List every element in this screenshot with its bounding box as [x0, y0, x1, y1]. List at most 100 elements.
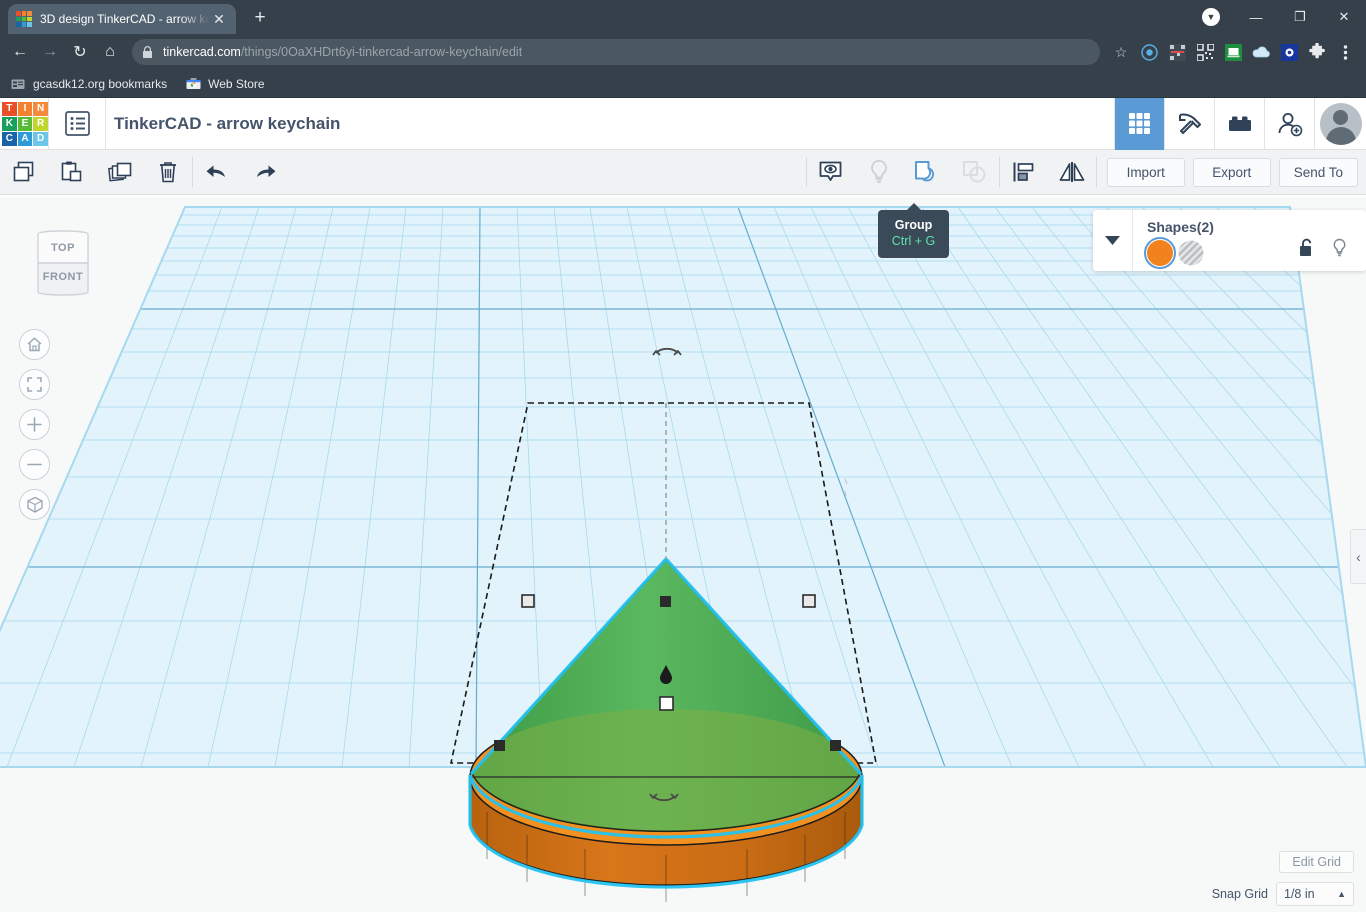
fit-to-view-button[interactable] — [19, 369, 50, 400]
bookmark-item-webstore[interactable]: Web Store — [185, 76, 265, 92]
view-cube[interactable]: TOP FRONT — [24, 224, 102, 302]
address-bar[interactable]: tinkercad.com/things/0OaXHDrt6yi-tinkerc… — [132, 39, 1100, 65]
viewcube-top-label[interactable]: TOP — [24, 242, 102, 254]
new-tab-button[interactable]: + — [246, 4, 274, 32]
redo-button[interactable] — [241, 150, 289, 195]
minimize-button[interactable]: — — [1234, 0, 1278, 34]
logo-cell-i: I — [17, 101, 33, 116]
browser-tab[interactable]: 3D design TinkerCAD - arrow key ✕ — [8, 4, 236, 34]
user-avatar[interactable] — [1319, 102, 1362, 145]
undo-button[interactable] — [193, 150, 241, 195]
blocks-grid-button[interactable] — [1114, 97, 1164, 150]
header-divider — [105, 97, 106, 150]
forward-button[interactable]: → — [36, 38, 64, 66]
bookmark-item-gcasdk12[interactable]: gcasdk12.org bookmarks — [10, 76, 167, 92]
copy-button[interactable] — [0, 150, 48, 195]
bookmark-label: gcasdk12.org bookmarks — [33, 76, 168, 91]
align-button[interactable] — [1000, 150, 1048, 195]
solid-orange-swatch[interactable] — [1144, 236, 1176, 269]
lightbulb-icon[interactable] — [1331, 238, 1348, 258]
url-domain: tinkercad.com — [163, 45, 241, 59]
url-path: /things/0OaXHDrt6yi-tinkercad-arrow-keyc… — [240, 45, 523, 59]
corner-handle-tl — [521, 594, 535, 608]
view-nav-controls — [19, 329, 50, 520]
update-available-icon[interactable]: ▼ — [1202, 8, 1220, 26]
logo-cell-r: R — [33, 116, 48, 131]
collapse-right-panel-button[interactable]: ‹ — [1350, 529, 1366, 584]
maximize-button[interactable]: ❐ — [1278, 0, 1322, 34]
logo-cell-k: K — [2, 116, 17, 131]
editor-toolbar: Import Export Send To — [0, 150, 1366, 195]
delete-button[interactable] — [144, 150, 192, 195]
browser-nav-bar: ← → ↻ ⌂ tinkercad.com/things/0OaXHDrt6yi… — [0, 34, 1366, 70]
invite-people-button[interactable] — [1264, 97, 1314, 150]
zoom-out-button[interactable] — [19, 449, 50, 480]
hole-hatched-swatch[interactable] — [1178, 240, 1204, 266]
send-to-button[interactable]: Send To — [1278, 157, 1358, 187]
edit-grid-button[interactable]: Edit Grid — [1279, 851, 1354, 873]
zoom-in-button[interactable] — [19, 409, 50, 440]
qr-code-icon[interactable] — [1192, 39, 1218, 65]
browser-menu-icon[interactable] — [1332, 39, 1358, 65]
green-doc-icon[interactable] — [1220, 39, 1246, 65]
height-handle — [659, 696, 674, 711]
tooltip-title: Group — [894, 218, 933, 232]
shapes-panel-icons — [1298, 238, 1366, 258]
scene-svg — [0, 197, 1366, 912]
paste-button[interactable] — [48, 150, 96, 195]
avatar-container[interactable] — [1314, 97, 1366, 150]
logo-cell-e: E — [17, 116, 33, 131]
show-hide-button[interactable] — [807, 150, 855, 195]
duplicate-button[interactable] — [96, 150, 144, 195]
ungroup-button[interactable] — [951, 150, 999, 195]
bookmark-star-icon[interactable]: ☆ — [1108, 39, 1134, 65]
shapes-color-swatches — [1144, 236, 1298, 269]
browser-window: 3D design TinkerCAD - arrow key ✕ + ▼ — … — [0, 0, 1366, 912]
blue-badge-icon[interactable] — [1276, 39, 1302, 65]
tab-title: 3D design TinkerCAD - arrow key — [40, 12, 210, 26]
shapes-panel-collapse-caret[interactable] — [1093, 210, 1133, 271]
logo-cell-a: A — [17, 131, 33, 146]
lock-icon — [142, 45, 153, 59]
viewcube-front-label[interactable]: FRONT — [24, 271, 102, 283]
unlock-icon[interactable] — [1298, 238, 1315, 258]
logo-cell-n: N — [33, 101, 48, 116]
folder-bookmarks-icon — [10, 76, 26, 92]
import-button[interactable]: Import — [1106, 157, 1185, 187]
chrome-web-store-icon — [185, 76, 201, 92]
window-controls: ▼ — ❐ ✕ — [1202, 0, 1366, 34]
record-icon[interactable] — [1136, 39, 1162, 65]
project-list-icon[interactable] — [49, 98, 105, 150]
arrange-tools — [1000, 150, 1096, 195]
cloud-icon[interactable] — [1248, 39, 1274, 65]
close-window-button[interactable]: ✕ — [1322, 0, 1366, 34]
history-tools — [193, 150, 289, 195]
clipboard-tools — [0, 150, 192, 195]
export-button[interactable]: Export — [1192, 157, 1271, 187]
codeblocks-button[interactable] — [1164, 97, 1214, 150]
mirror-button[interactable] — [1048, 150, 1096, 195]
tinkercad-favicon — [16, 11, 32, 27]
back-button[interactable]: ← — [6, 38, 34, 66]
reload-button[interactable]: ↻ — [66, 38, 94, 66]
logo-cell-t: T — [2, 101, 17, 116]
ortho-perspective-button[interactable] — [19, 489, 50, 520]
bricks-button[interactable] — [1214, 97, 1264, 150]
highlight-button[interactable] — [855, 150, 903, 195]
view-tools — [807, 150, 999, 195]
puzzle-extension-icon[interactable] — [1304, 39, 1330, 65]
home-view-button[interactable] — [19, 329, 50, 360]
snap-grid-label: Snap Grid — [1211, 887, 1268, 901]
toolbar-divider — [1095, 157, 1097, 187]
qr-scan-icon[interactable] — [1164, 39, 1190, 65]
snap-grid-select[interactable]: 1/8 in ▲ — [1276, 882, 1354, 906]
tinkercad-logo[interactable]: T I N K E R C A D — [2, 101, 48, 146]
group-button[interactable] — [903, 150, 951, 195]
shapes-panel-body: Shapes(2) — [1133, 216, 1298, 269]
tab-close-icon[interactable]: ✕ — [210, 10, 228, 28]
bookmark-label: Web Store — [208, 76, 265, 91]
editor-canvas[interactable]: TOP FRONT Group Ctrl + G Shapes(2) ‹ Edi… — [0, 197, 1366, 912]
tab-strip: 3D design TinkerCAD - arrow key ✕ + ▼ — … — [0, 0, 1366, 34]
home-button[interactable]: ⌂ — [96, 38, 124, 66]
edge-handle-left — [494, 740, 505, 751]
